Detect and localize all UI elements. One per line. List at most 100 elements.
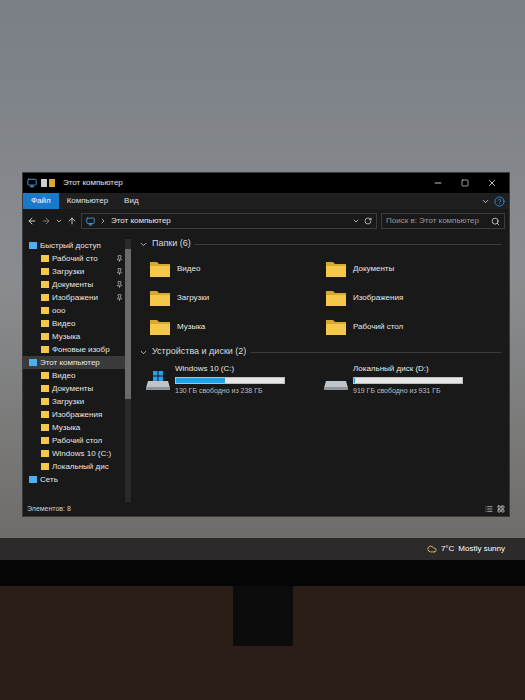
search-placeholder: Поиск в: Этот компьютер <box>386 215 491 227</box>
sidebar-label: Рабочий сто <box>52 253 98 265</box>
sidebar-item[interactable]: Видео <box>23 317 125 330</box>
sidebar-item[interactable]: Windows 10 (C:) <box>23 447 125 460</box>
drive-icon <box>145 369 171 391</box>
address-text: Этот компьютер <box>111 215 171 227</box>
section-header[interactable]: Устройства и диски (2) <box>139 345 501 359</box>
sidebar-item[interactable]: Загрузки <box>23 395 125 408</box>
pin-icon <box>116 281 123 288</box>
drive-free: 919 ГБ свободно из 931 ГБ <box>353 386 463 397</box>
section-title: Устройства и диски (2) <box>152 345 246 359</box>
close-icon[interactable] <box>487 178 497 188</box>
sidebar-label: Видео <box>52 370 75 382</box>
folder-icon <box>41 255 49 262</box>
details-view-icon[interactable] <box>485 505 493 513</box>
forward-icon[interactable] <box>41 216 51 226</box>
folder-icon <box>41 463 49 470</box>
status-text: Элементов: 8 <box>27 504 71 515</box>
sidebar-label: Фоновые изобр <box>52 344 110 356</box>
weather-text[interactable]: Mostly sunny <box>458 543 505 555</box>
sidebar-label: Быстрый доступ <box>40 240 101 252</box>
folder-icon <box>41 398 49 405</box>
ribbon-tabs: ФайлКомпьютерВид <box>23 193 509 209</box>
drive-tile[interactable]: Локальный диск (D:) 919 ГБ свободно из 93… <box>323 363 501 397</box>
folder-icon <box>149 288 171 308</box>
sidebar-scrollbar[interactable] <box>125 239 131 502</box>
folder-tile[interactable]: Загрузки <box>149 288 325 308</box>
drive-name: Локальный диск (D:) <box>353 363 463 375</box>
refresh-icon[interactable] <box>364 217 372 225</box>
folder-icon <box>41 333 49 340</box>
sidebar-label: Windows 10 (C:) <box>52 448 111 460</box>
sidebar-item[interactable]: Документы <box>23 382 125 395</box>
folder-label: Документы <box>353 263 394 275</box>
explorer-window: Этот компьютер ФайлКомпьютерВид Этот компь… <box>22 172 510 517</box>
recent-icon[interactable] <box>55 217 63 225</box>
weather-icon[interactable] <box>427 544 437 554</box>
folder-tile[interactable]: Музыка <box>149 317 325 337</box>
sidebar-item[interactable]: Рабочий стол <box>23 434 125 447</box>
section-header[interactable]: Папки (6) <box>139 237 501 251</box>
folder-icon <box>41 424 49 431</box>
folder-tile[interactable]: Рабочий стол <box>325 317 501 337</box>
folder-icon <box>29 242 37 249</box>
toolbar-icon[interactable] <box>49 179 55 187</box>
sidebar-item[interactable]: Загрузки <box>23 265 125 278</box>
sidebar-label: Музыка <box>52 422 80 434</box>
drive-usage-bar <box>175 377 285 384</box>
ribbon-tab[interactable]: Файл <box>23 193 59 209</box>
history-icon[interactable] <box>352 217 360 225</box>
search-icon <box>491 217 500 226</box>
sidebar-label: Документы <box>52 383 93 395</box>
drive-tile[interactable]: Windows 10 (C:)130 ГБ свободно из 238 ГБ <box>145 363 323 397</box>
status-bar: Элементов: 8 <box>23 502 509 516</box>
pin-icon <box>116 294 123 301</box>
sidebar-label: Музыка <box>52 331 80 343</box>
back-icon[interactable] <box>27 216 37 226</box>
expand-ribbon-icon[interactable] <box>481 197 490 206</box>
toolbar-icon[interactable] <box>41 179 47 187</box>
folder-label: Музыка <box>177 321 205 333</box>
folders-grid: Видео Документы Загрузки Изображения Музыка Р… <box>139 251 501 337</box>
folder-tile[interactable]: Документы <box>325 259 501 279</box>
minimize-icon[interactable] <box>433 178 443 188</box>
scrollbar-thumb[interactable] <box>125 249 131 399</box>
computer-icon <box>27 178 37 188</box>
folder-label: Видео <box>177 263 200 275</box>
sidebar-item[interactable]: Локальный дис <box>23 460 125 473</box>
up-icon[interactable] <box>67 216 77 226</box>
sidebar-item[interactable]: Музыка <box>23 421 125 434</box>
folder-tile[interactable]: Изображения <box>325 288 501 308</box>
drives-grid: Windows 10 (C:)130 ГБ свободно из 238 ГБ… <box>139 359 501 397</box>
sidebar-item[interactable]: Документы <box>23 278 125 291</box>
ribbon-tab[interactable]: Компьютер <box>59 193 116 209</box>
sidebar-item[interactable]: Изображения <box>23 408 125 421</box>
sidebar-label: Сеть <box>40 474 58 486</box>
weather-temperature[interactable]: 7°C <box>441 543 454 555</box>
pin-icon <box>116 255 123 262</box>
sidebar-item[interactable]: Видео <box>23 369 125 382</box>
sidebar-item[interactable]: Быстрый доступ <box>23 239 125 252</box>
expand-icon <box>139 348 148 357</box>
folder-tile[interactable]: Видео <box>149 259 325 279</box>
address-bar[interactable]: Этот компьютер <box>81 213 377 229</box>
sidebar-item[interactable]: Музыка <box>23 330 125 343</box>
maximize-icon[interactable] <box>461 179 469 187</box>
search-box[interactable]: Поиск в: Этот компьютер <box>381 213 505 229</box>
sidebar-item[interactable]: Рабочий сто <box>23 252 125 265</box>
sidebar-item[interactable]: Фоновые изобр <box>23 343 125 356</box>
ribbon-tab[interactable]: Вид <box>116 193 146 209</box>
folder-label: Изображения <box>353 292 403 304</box>
sidebar-item[interactable]: Сеть <box>23 473 125 486</box>
sidebar-item[interactable]: Изображени <box>23 291 125 304</box>
folder-icon <box>41 281 49 288</box>
folder-icon <box>41 437 49 444</box>
sidebar-label: Документы <box>52 279 93 291</box>
sidebar-item[interactable]: Этот компьютер <box>23 356 125 369</box>
folder-icon <box>325 317 347 337</box>
sidebar-label: Изображения <box>52 409 102 421</box>
photo: Этот компьютер ФайлКомпьютерВид Этот компь… <box>0 0 525 700</box>
sidebar-item[interactable]: ooo <box>23 304 125 317</box>
expand-icon <box>139 240 148 249</box>
help-icon[interactable] <box>494 196 505 207</box>
tiles-view-icon[interactable] <box>497 505 505 513</box>
